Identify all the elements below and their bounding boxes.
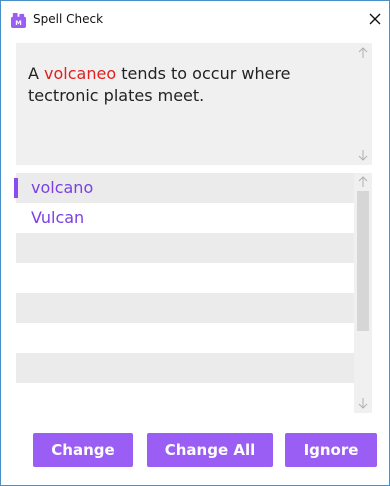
suggestion-item-volcano[interactable]: volcano — [14, 173, 372, 203]
scroll-down-arrow-icon[interactable] — [357, 397, 369, 409]
ignore-button[interactable]: Ignore — [285, 433, 377, 467]
change-all-button[interactable]: Change All — [147, 433, 273, 467]
misspelled-word: volcaneo — [44, 64, 117, 83]
sentence-text: A volcaneo tends to occur where tectroni… — [28, 63, 348, 107]
suggestions-scrollbar[interactable] — [354, 173, 372, 413]
window-title: Spell Check — [33, 12, 104, 26]
sentence-prefix: A — [28, 64, 45, 83]
suggestion-label: Vulcan — [31, 208, 85, 227]
suggestion-empty-row — [16, 353, 372, 383]
scroll-up-arrow-icon[interactable] — [357, 176, 369, 188]
change-button[interactable]: Change — [33, 433, 133, 467]
title-bar: M Spell Check — [1, 1, 389, 35]
suggestion-empty-row — [16, 383, 372, 413]
suggestion-label: volcano — [31, 178, 94, 197]
suggestion-empty-row — [16, 233, 372, 263]
sentence-scrollbar[interactable] — [354, 43, 372, 165]
scrollbar-thumb[interactable] — [357, 191, 369, 331]
suggestion-empty-row — [16, 293, 372, 323]
selected-indicator — [14, 178, 18, 198]
scroll-down-arrow-icon[interactable] — [357, 149, 369, 161]
scroll-up-arrow-icon[interactable] — [357, 47, 369, 59]
close-icon — [369, 13, 381, 25]
suggestion-empty-row — [16, 263, 372, 293]
close-button[interactable] — [363, 7, 387, 31]
svg-text:M: M — [15, 19, 22, 27]
spell-check-dialog: M Spell Check A volcaneo tends to occur … — [0, 0, 390, 486]
app-icon: M — [11, 13, 26, 28]
suggestions-list: volcano Vulcan — [14, 173, 372, 413]
suggestion-item-vulcan[interactable]: Vulcan — [16, 203, 372, 233]
sentence-context-pane: A volcaneo tends to occur where tectroni… — [16, 43, 372, 165]
suggestion-empty-row — [16, 323, 372, 353]
